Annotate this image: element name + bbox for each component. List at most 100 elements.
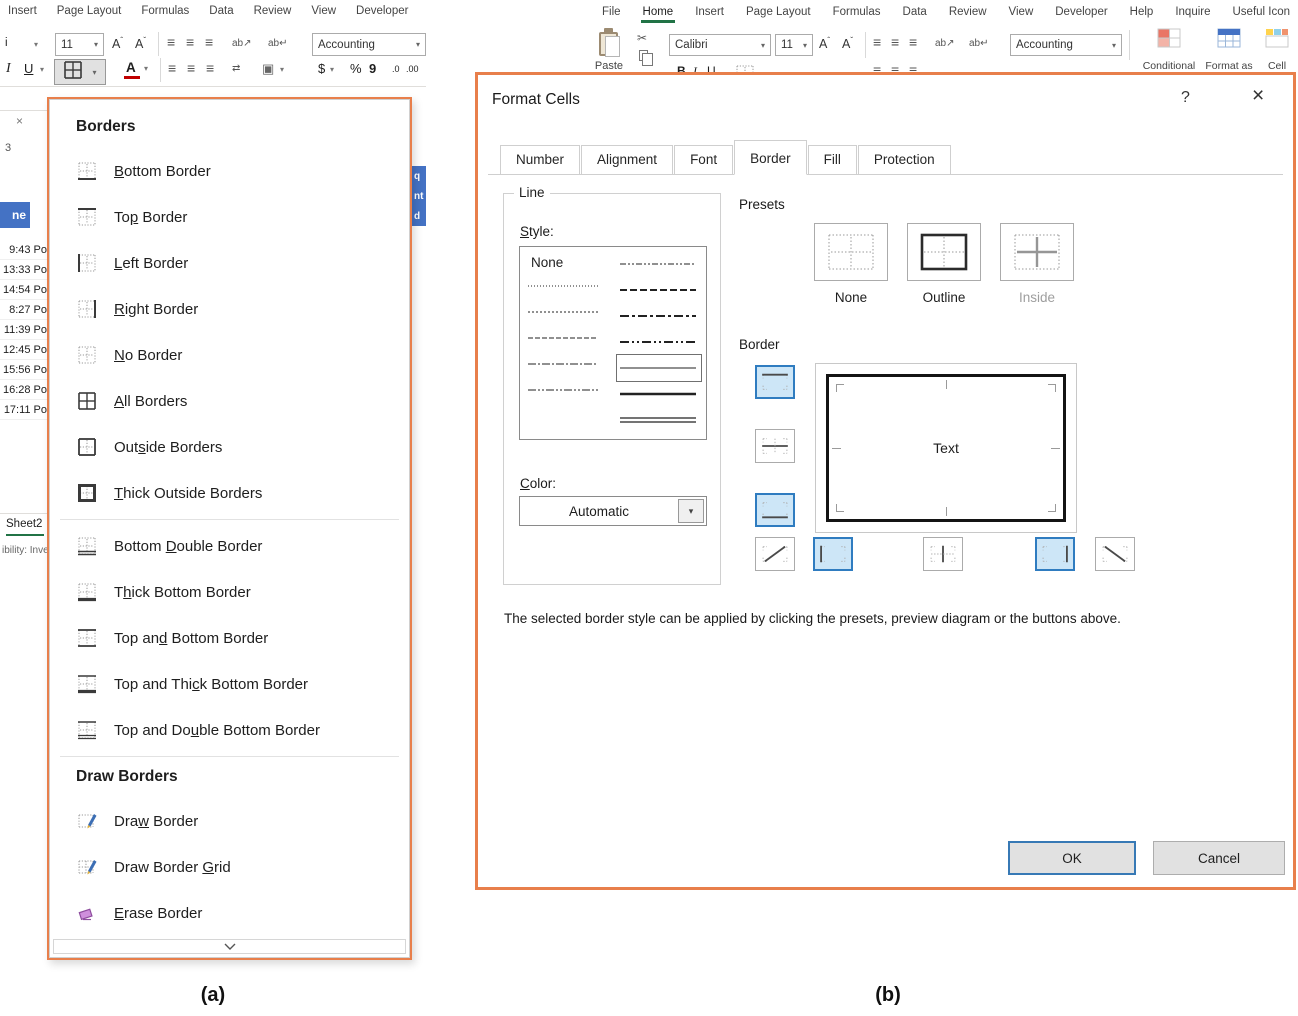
border-edge-buttons-left	[755, 365, 795, 527]
line-style-option[interactable]	[617, 277, 701, 303]
edge-bottom-button[interactable]	[755, 493, 795, 527]
color-dropdown[interactable]: Automatic ▾	[519, 496, 707, 526]
outside-border-icon	[76, 437, 98, 457]
draw-border-icon	[76, 811, 98, 831]
figure-label-b: (b)	[843, 984, 933, 1007]
menu-item-no-border[interactable]: No Border	[50, 332, 409, 378]
menu-item-draw-border-grid[interactable]: Draw Border Grid	[50, 844, 409, 890]
menu-item-label: Top Border	[114, 209, 187, 226]
menu-item-top-and-double-bottom-border[interactable]: Top and Double Bottom Border	[50, 707, 409, 753]
all-border-icon	[76, 391, 98, 411]
line-style-option[interactable]	[617, 251, 701, 277]
cut-icon[interactable]: ✂	[637, 31, 647, 45]
wrap-text-icon[interactable]: ab↵	[969, 38, 989, 49]
ok-button[interactable]: OK	[1008, 841, 1136, 875]
sheet-tab[interactable]: Sheet2	[6, 518, 42, 530]
dialog-tab-border[interactable]: Border	[734, 140, 807, 175]
menu-item-bottom-border[interactable]: Bottom Border	[50, 148, 409, 194]
border-preview[interactable]: Text	[815, 363, 1077, 533]
cancel-button[interactable]: Cancel	[1153, 841, 1285, 875]
shrink-font-button[interactable]: Aˇ	[842, 36, 853, 51]
edge-top-button[interactable]	[755, 365, 795, 399]
dialog-tab-protection[interactable]: Protection	[858, 145, 951, 174]
menu-item-thick-bottom-border[interactable]: Thick Bottom Border	[50, 569, 409, 615]
ribbon-tab-inquire[interactable]: Inquire	[1175, 6, 1210, 18]
menu-scroll-down[interactable]	[53, 939, 406, 954]
orientation-icon[interactable]: ab↗	[935, 38, 955, 49]
line-style-option[interactable]	[525, 273, 603, 299]
preset-outline[interactable]: Outline	[907, 223, 981, 305]
ribbon-tab-useful-icon[interactable]: Useful Icon	[1233, 6, 1291, 18]
menu-item-right-border[interactable]: Right Border	[50, 286, 409, 332]
menu-item-erase-border[interactable]: Erase Border	[50, 890, 409, 936]
edge-middle-h-button[interactable]	[755, 429, 795, 463]
dialog-tab-alignment[interactable]: Alignment	[581, 145, 673, 174]
dialog-tab-font[interactable]: Font	[674, 145, 733, 174]
ribbon-tab-file[interactable]: File	[602, 6, 621, 18]
cell-text-fragment: Po	[34, 264, 47, 276]
line-style-option[interactable]	[525, 377, 603, 403]
line-style-option[interactable]	[617, 329, 701, 355]
menu-item-left-border[interactable]: Left Border	[50, 240, 409, 286]
preset-inside-icon	[1000, 223, 1074, 281]
ribbon-tab-review[interactable]: Review	[949, 6, 987, 18]
cell-text-fragment: Po	[34, 364, 47, 376]
diag-down-button[interactable]	[1095, 537, 1135, 571]
close-button[interactable]: ×	[1252, 84, 1264, 108]
line-style-option[interactable]	[617, 381, 701, 407]
edge-right-button[interactable]	[1035, 537, 1075, 571]
line-style-listbox[interactable]: None	[519, 246, 707, 440]
menu-item-thick-outside-borders[interactable]: Thick Outside Borders	[50, 470, 409, 516]
diag-up-button[interactable]	[755, 537, 795, 571]
menu-item-top-and-thick-bottom-border[interactable]: Top and Thick Bottom Border	[50, 661, 409, 707]
ribbon-tab-developer[interactable]: Developer	[1055, 6, 1107, 18]
cell-styles-label: Cell	[1268, 60, 1286, 72]
menu-item-draw-border[interactable]: Draw Border	[50, 798, 409, 844]
line-style-option[interactable]	[525, 351, 603, 377]
align-middle-icon[interactable]: ≡	[891, 34, 899, 50]
ribbon-tab-formulas[interactable]: Formulas	[833, 6, 881, 18]
line-style-none[interactable]: None	[525, 251, 603, 273]
cell-text-fragment: Po	[34, 284, 47, 296]
line-style-option[interactable]	[617, 303, 701, 329]
conditional-formatting-button[interactable]: Conditional	[1137, 28, 1201, 72]
formula-cancel-icon[interactable]: ×	[16, 114, 23, 128]
ribbon-tab-insert[interactable]: Insert	[695, 6, 724, 18]
ribbon-tab-home[interactable]: Home	[643, 6, 674, 18]
menu-item-top-border[interactable]: Top Border	[50, 194, 409, 240]
ribbon-tab-view[interactable]: View	[1009, 6, 1034, 18]
menu-item-top-and-bottom-border[interactable]: Top and Bottom Border	[50, 615, 409, 661]
menu-item-outside-borders[interactable]: Outside Borders	[50, 424, 409, 470]
dialog-tab-number[interactable]: Number	[500, 145, 580, 174]
grow-font-button[interactable]: Aˆ	[819, 36, 830, 51]
font-size-combo-b[interactable]: 11▾	[775, 34, 813, 56]
preset-none[interactable]: None	[814, 223, 888, 305]
right-border-icon	[76, 299, 98, 319]
help-button[interactable]: ?	[1181, 89, 1190, 107]
paste-button[interactable]: Paste	[587, 60, 631, 72]
line-style-option[interactable]	[617, 407, 701, 433]
ribbon-tab-data[interactable]: Data	[903, 6, 927, 18]
line-style-option[interactable]	[525, 325, 603, 351]
menu-item-all-borders[interactable]: All Borders	[50, 378, 409, 424]
align-top-icon[interactable]: ≡	[873, 34, 881, 50]
edge-middle-v-button[interactable]	[923, 537, 963, 571]
font-name-combo[interactable]: Calibri▾	[669, 34, 771, 56]
chevron-down-icon[interactable]: ▾	[678, 499, 704, 523]
menu-item-label: Right Border	[114, 301, 198, 318]
menu-item-label: Draw Border	[114, 813, 198, 830]
align-bottom-icon[interactable]: ≡	[909, 34, 917, 50]
ribbon-tab-help[interactable]: Help	[1130, 6, 1154, 18]
number-format-combo-b[interactable]: Accounting▾	[1010, 34, 1122, 56]
line-style-option[interactable]	[525, 299, 603, 325]
dialog-title: Format Cells	[492, 91, 580, 109]
format-as-table-button[interactable]: Format as	[1201, 28, 1257, 72]
copy-icon[interactable]	[639, 50, 648, 61]
paste-icon	[599, 32, 618, 56]
edge-left-button[interactable]	[813, 537, 853, 571]
cell-styles-button[interactable]: Cell	[1255, 28, 1298, 72]
menu-item-bottom-double-border[interactable]: Bottom Double Border	[50, 523, 409, 569]
line-style-option[interactable]	[617, 355, 701, 381]
ribbon-tab-page-layout[interactable]: Page Layout	[746, 6, 811, 18]
dialog-tab-fill[interactable]: Fill	[808, 145, 857, 174]
